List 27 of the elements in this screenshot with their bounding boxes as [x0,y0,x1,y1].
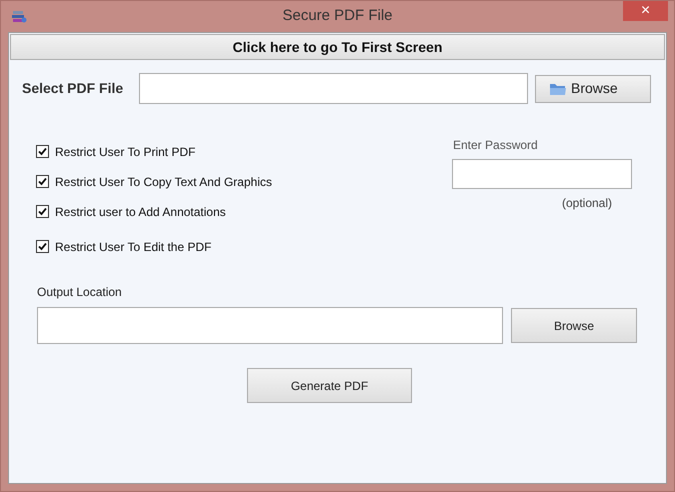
optional-note: (optional) [562,195,612,212]
checkbox-label: Restrict User To Edit the PDF [55,238,212,256]
pdf-file-field[interactable] [139,73,528,104]
select-pdf-label: Select PDF File [22,79,124,98]
checkmark-icon [38,147,47,156]
password-label: Enter Password [453,137,539,154]
output-location-field[interactable] [37,307,503,344]
checkbox[interactable] [36,145,49,158]
checkbox-label: Restrict User To Copy Text And Graphics [55,174,272,190]
window-title: Secure PDF File [282,6,393,26]
checkbox[interactable] [36,240,49,253]
browse-button[interactable]: Browse [511,308,637,343]
password-field[interactable] [452,159,632,189]
checkbox[interactable] [36,205,49,218]
checkbox[interactable] [36,175,49,188]
close-button[interactable]: × [623,1,668,21]
folder-icon [549,82,567,96]
checkbox-label: Restrict User To Print PDF [55,144,196,160]
checkmark-icon [38,177,47,186]
checkmark-icon [38,242,47,251]
browse-button[interactable]: Browse [535,74,651,102]
checkmark-icon [38,207,47,216]
checkbox-label: Restrict user to Add Annotations [55,204,226,220]
first-screen-button[interactable]: Click here to go To First Screen [10,34,665,60]
app-icon [11,10,27,24]
generate-pdf-button[interactable]: Generate PDF [247,368,412,403]
output-location-label: Output Location [37,284,122,301]
